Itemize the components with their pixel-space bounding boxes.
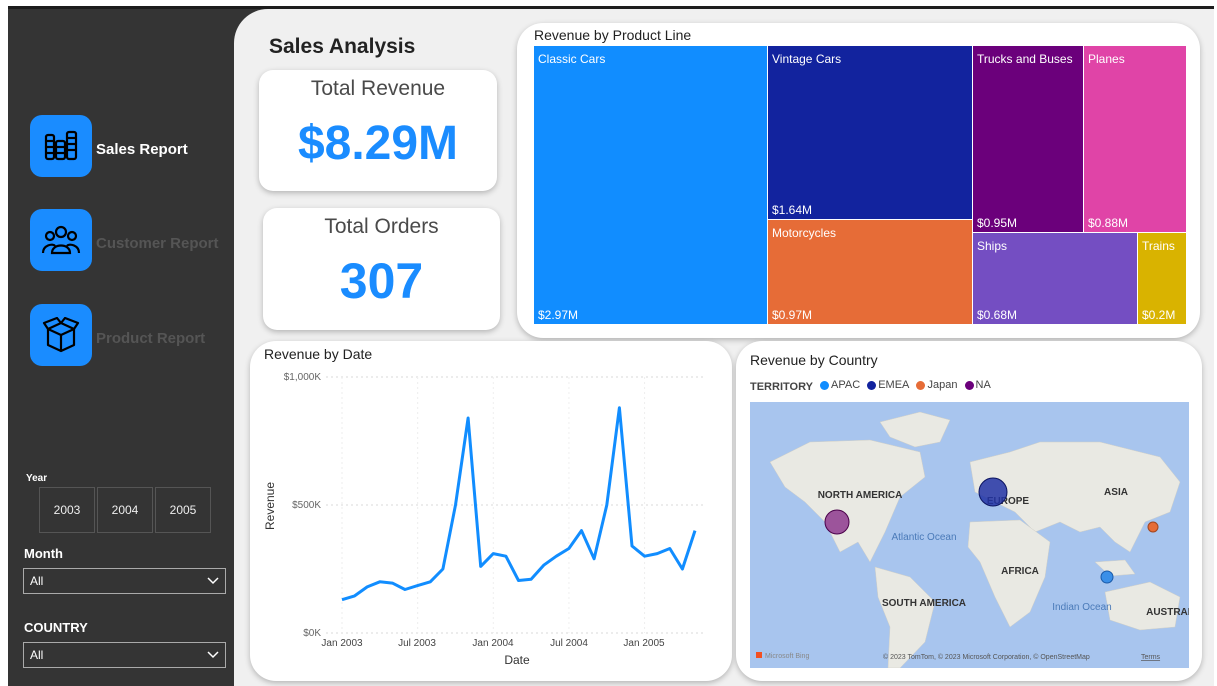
year-2005-option[interactable]: 2005 <box>155 487 211 533</box>
map-attribution: © 2023 TomTom, © 2023 Microsoft Corporat… <box>883 653 1090 661</box>
total-revenue-card: Total Revenue $8.29M <box>259 70 497 191</box>
tile-label: Classic Cars <box>538 52 606 66</box>
treemap-tile-planes[interactable]: Planes $0.88M <box>1084 46 1187 233</box>
total-revenue-title: Total Revenue <box>310 77 446 100</box>
country-dropdown-value: All <box>30 648 44 662</box>
total-orders-card: Total Orders 307 <box>263 208 500 330</box>
bubble-japan[interactable] <box>1147 521 1159 533</box>
map-title: Revenue by Country <box>750 352 878 368</box>
tile-label: Trucks and Buses <box>977 52 1073 66</box>
page-title: Sales Analysis <box>269 35 416 58</box>
label-south-america: SOUTH AMERICA <box>882 598 966 609</box>
chart-gridlines <box>326 376 705 634</box>
product-report-nav-label[interactable]: Product Report <box>96 330 205 347</box>
customer-report-nav-button[interactable] <box>30 209 92 271</box>
users-icon <box>41 225 81 255</box>
revenue-line-series[interactable] <box>341 406 697 602</box>
month-dropdown-value: All <box>30 574 44 588</box>
bubble-apac[interactable] <box>1100 570 1114 584</box>
tile-value: $0.97M <box>772 308 813 322</box>
total-orders-value: 307 <box>339 253 424 309</box>
treemap-tile-ships[interactable]: Ships $0.68M <box>973 233 1138 325</box>
label-indian-ocean: Indian Ocean <box>1052 602 1112 613</box>
treemap-title: Revenue by Product Line <box>534 27 692 43</box>
tile-label: Planes <box>1088 52 1125 66</box>
box-icon <box>42 317 80 353</box>
treemap-area: Classic Cars $2.97M Vintage Cars $1.64M … <box>534 46 1187 325</box>
label-atlantic-ocean: Atlantic Ocean <box>891 532 956 543</box>
legend-dot <box>820 380 830 390</box>
tile-value: $0.88M <box>1088 216 1129 230</box>
total-revenue-value: $8.29M <box>297 117 459 170</box>
y-tick-1000k: $1,000K <box>284 372 322 383</box>
tile-value: $1.64M <box>772 203 813 217</box>
legend-dot <box>964 380 974 390</box>
year-2003-option[interactable]: 2003 <box>39 487 95 533</box>
tile-value: $0.68M <box>977 308 1018 322</box>
revenue-by-date-chart[interactable]: $1,000K $500K $0K Jan 2003 Jul 2003 Jan … <box>250 341 732 681</box>
legend-item-apac[interactable]: APAC <box>820 379 860 391</box>
map-terms-link[interactable]: Terms <box>1141 654 1161 661</box>
legend-item-japan[interactable]: Japan <box>916 379 957 391</box>
tile-value: $0.95M <box>977 216 1018 230</box>
customer-report-nav-label[interactable]: Customer Report <box>96 235 219 252</box>
map-legend: TERRITORY APAC EMEA Japan NA <box>750 379 995 393</box>
year-2004-option[interactable]: 2004 <box>97 487 153 533</box>
label-north-america: NORTH AMERICA <box>818 490 903 501</box>
total-orders-title: Total Orders <box>324 215 439 238</box>
chevron-down-icon <box>207 577 219 585</box>
month-slicer-label: Month <box>24 546 63 561</box>
bubble-na[interactable] <box>824 509 850 535</box>
product-report-nav-button[interactable] <box>30 304 92 366</box>
legend-dot <box>867 380 877 390</box>
legend-label: APAC <box>831 379 861 391</box>
treemap-tile-vintage-cars[interactable]: Vintage Cars $1.64M <box>768 46 973 220</box>
label-australia: AUSTRAL <box>1146 607 1189 618</box>
x-tick-jul-2004: Jul 2004 <box>550 638 588 649</box>
tile-value: $0.2M <box>1142 308 1176 322</box>
legend-label: NA <box>975 379 991 391</box>
y-tick-0k: $0K <box>303 628 321 639</box>
treemap-tile-motorcycles[interactable]: Motorcycles $0.97M <box>768 220 973 325</box>
treemap-card: Revenue by Product Line Classic Cars $2.… <box>517 23 1200 338</box>
country-dropdown[interactable]: All <box>23 642 226 668</box>
chevron-down-icon <box>207 651 219 659</box>
legend-label: Japan <box>927 379 958 391</box>
revenue-by-country-card: Revenue by Country TERRITORY APAC EMEA J… <box>736 341 1202 681</box>
label-asia: ASIA <box>1104 487 1128 498</box>
tile-value: $2.97M <box>538 308 579 322</box>
tile-label: Ships <box>977 239 1008 253</box>
map-brand: Microsoft Bing <box>765 653 809 660</box>
report-canvas: Sales Analysis Total Revenue $8.29M Tota… <box>234 9 1214 686</box>
bubble-emea[interactable] <box>978 477 1008 507</box>
legend-item-emea[interactable]: EMEA <box>867 379 909 391</box>
tile-label: Vintage Cars <box>772 52 842 66</box>
revenue-by-date-card: Revenue by Date $1,000K $500K $0K Jan 20… <box>250 341 732 681</box>
legend-title: TERRITORY <box>750 380 813 393</box>
sales-report-nav-button[interactable] <box>30 115 92 177</box>
x-tick-jan-2003: Jan 2003 <box>321 638 363 649</box>
coin-stack-icon <box>44 130 78 161</box>
year-slicer-label: Year <box>26 473 48 484</box>
x-tick-jul-2003: Jul 2003 <box>398 638 436 649</box>
country-slicer-label: COUNTRY <box>24 620 88 635</box>
x-tick-jan-2004: Jan 2004 <box>472 638 514 649</box>
treemap-tile-trains[interactable]: Trains $0.2M <box>1138 233 1187 325</box>
legend-item-na[interactable]: NA <box>964 379 991 391</box>
bing-logo-icon <box>756 652 762 658</box>
world-map[interactable]: NORTH AMERICA EUROPE ASIA Atlantic Ocean… <box>750 402 1189 668</box>
sales-report-nav-label[interactable]: Sales Report <box>96 141 188 158</box>
treemap-tile-classic-cars[interactable]: Classic Cars $2.97M <box>534 46 768 325</box>
y-axis-label: Revenue <box>263 482 277 530</box>
month-dropdown[interactable]: All <box>23 568 226 594</box>
x-tick-jan-2005: Jan 2005 <box>623 638 665 649</box>
treemap-tile-trucks-and-buses[interactable]: Trucks and Buses $0.95M <box>973 46 1084 233</box>
tile-label: Motorcycles <box>772 226 837 240</box>
x-axis-label: Date <box>504 653 530 667</box>
y-tick-500k: $500K <box>292 500 321 511</box>
legend-dot <box>916 380 926 390</box>
label-africa: AFRICA <box>1001 566 1039 577</box>
legend-label: EMEA <box>878 379 910 391</box>
tile-label: Trains <box>1142 239 1175 253</box>
